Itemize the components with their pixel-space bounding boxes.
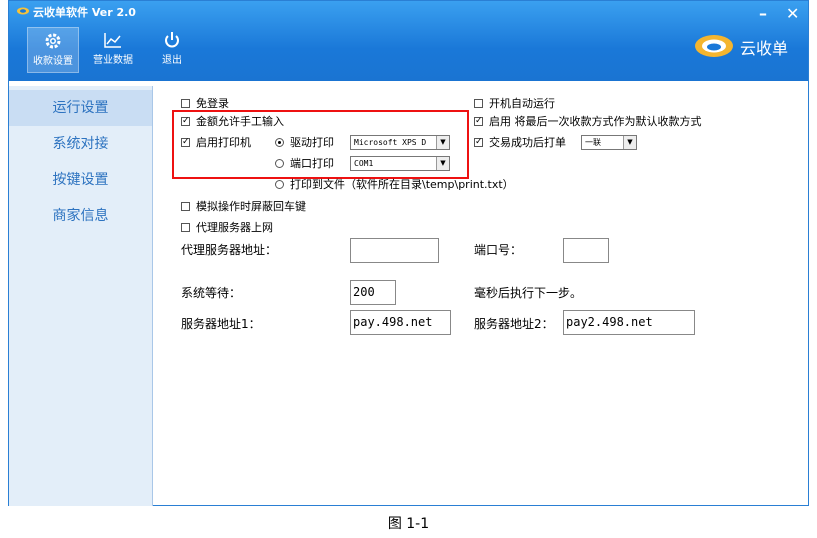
port-select-value: COM1 — [354, 159, 374, 168]
enable-printer-checkbox[interactable]: ✓ — [181, 138, 190, 147]
power-icon — [165, 32, 179, 48]
wait-input[interactable]: 200 — [350, 280, 396, 305]
figure-caption: 图 1-1 — [387, 516, 430, 532]
gear-icon — [45, 33, 61, 49]
server1-label: 服务器地址1： — [181, 317, 261, 331]
sidebar-item-system-integration[interactable]: 系统对接 — [9, 126, 152, 162]
last-method-checkbox[interactable]: ✓ — [474, 117, 483, 126]
print-after-label: 交易成功后打单 — [489, 136, 566, 149]
exit-button[interactable]: 退出 — [155, 27, 189, 73]
port-select[interactable]: COM1 ▼ — [350, 156, 450, 171]
chevron-down-icon: ▼ — [623, 136, 636, 149]
enable-printer-label: 启用打印机 — [196, 136, 251, 149]
server2-label: 服务器地址2： — [474, 317, 554, 331]
wait-suffix: 毫秒后执行下一步。 — [474, 286, 583, 300]
last-method-label: 启用 将最后一次收款方式作为默认收款方式 — [489, 115, 702, 128]
wait-label: 系统等待： — [181, 286, 242, 300]
proxy-address-input[interactable] — [350, 238, 439, 263]
tab-payment-settings-label: 收款设置 — [33, 56, 73, 67]
cloud-logo-icon — [17, 7, 29, 15]
chevron-down-icon: ▼ — [436, 136, 449, 149]
print-to-file-radio[interactable] — [275, 180, 284, 189]
driver-select[interactable]: Microsoft XPS D ▼ — [350, 135, 450, 150]
print-after-checkbox[interactable]: ✓ — [474, 138, 483, 147]
manual-amount-label: 金额允许手工输入 — [196, 115, 284, 128]
app-window: 云收单软件 Ver 2.0 – ✕ 收款设置 营业数据 退出 云收单 运行设置 … — [8, 0, 809, 506]
window-title: 云收单软件 Ver 2.0 — [33, 6, 136, 19]
free-login-label: 免登录 — [196, 97, 229, 110]
sidebar: 运行设置 系统对接 按键设置 商家信息 — [9, 86, 153, 506]
sidebar-item-run-settings[interactable]: 运行设置 — [9, 90, 152, 126]
brand-name: 云收单 — [739, 39, 788, 58]
brand: 云收单 — [694, 35, 788, 59]
tab-business-data[interactable]: 营业数据 — [87, 27, 139, 73]
driver-select-value: Microsoft XPS D — [354, 138, 427, 147]
tab-business-data-label: 营业数据 — [93, 55, 133, 66]
close-button[interactable]: ✕ — [786, 4, 799, 23]
proxy-checkbox[interactable] — [181, 223, 190, 232]
sidebar-item-key-settings[interactable]: 按键设置 — [9, 162, 152, 198]
server2-input[interactable]: pay2.498.net — [563, 310, 695, 335]
driver-print-radio[interactable] — [275, 138, 284, 147]
driver-print-label: 驱动打印 — [290, 136, 334, 149]
port-print-radio[interactable] — [275, 159, 284, 168]
port-print-label: 端口打印 — [290, 157, 334, 170]
title-bar: 云收单软件 Ver 2.0 – ✕ 收款设置 营业数据 退出 云收单 — [9, 1, 808, 81]
autostart-label: 开机自动运行 — [489, 97, 555, 110]
manual-amount-checkbox[interactable]: ✓ — [181, 117, 190, 126]
sidebar-item-merchant-info[interactable]: 商家信息 — [9, 198, 152, 234]
cloud-brand-icon — [694, 35, 733, 57]
server1-input[interactable]: pay.498.net — [350, 310, 451, 335]
proxy-address-label: 代理服务器地址： — [181, 243, 278, 257]
copies-select-value: 一联 — [585, 138, 601, 147]
exit-label: 退出 — [162, 55, 182, 66]
simulate-enter-label: 模拟操作时屏蔽回车键 — [196, 200, 306, 213]
tab-payment-settings[interactable]: 收款设置 — [27, 27, 79, 73]
proxy-label: 代理服务器上网 — [196, 221, 273, 234]
port-number-input[interactable] — [563, 238, 609, 263]
copies-select[interactable]: 一联 ▼ — [581, 135, 637, 150]
settings-panel: 免登录 ✓ 金额允许手工输入 ✓ 启用打印机 驱动打印 Microsoft XP… — [153, 86, 809, 506]
print-to-file-label: 打印到文件（软件所在目录\temp\print.txt） — [290, 178, 514, 191]
simulate-enter-checkbox[interactable] — [181, 202, 190, 211]
chevron-down-icon: ▼ — [436, 157, 449, 170]
minimize-button[interactable]: – — [759, 4, 767, 23]
autostart-checkbox[interactable] — [474, 99, 483, 108]
chart-icon — [104, 33, 121, 48]
free-login-checkbox[interactable] — [181, 99, 190, 108]
port-number-label: 端口号： — [474, 243, 523, 257]
